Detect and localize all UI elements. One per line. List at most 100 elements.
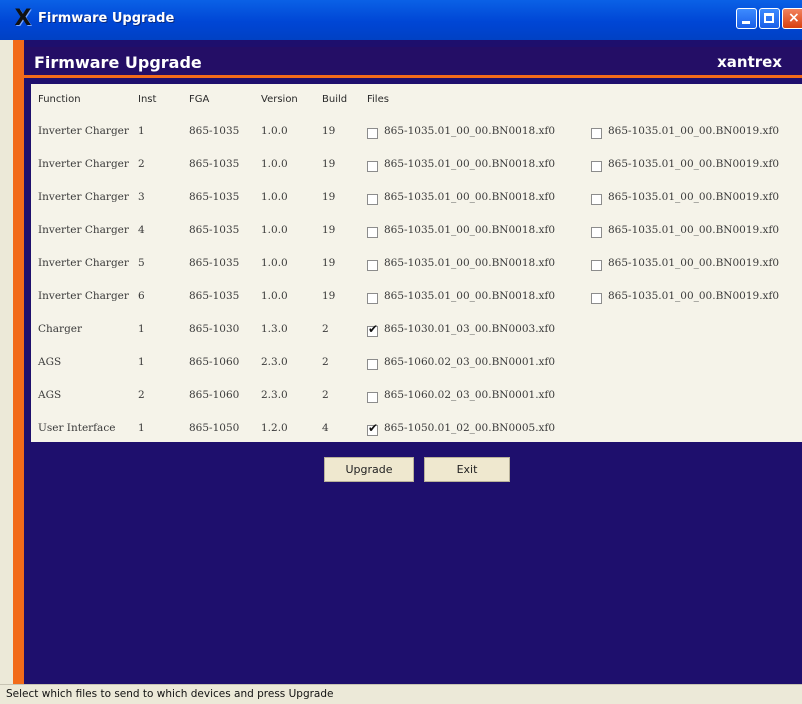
table-row: Inverter Charger 4 865-1035 1.0.0 19 865-1035… — [31, 224, 802, 242]
cell-build: 19 — [322, 224, 336, 236]
file-label[interactable]: 865-1035.01_00_00.BN0019.xf0 — [608, 257, 779, 269]
file-label[interactable]: 865-1035.01_00_00.BN0019.xf0 — [608, 125, 779, 137]
cell-version: 1.0.0 — [261, 224, 288, 236]
file-label[interactable]: 865-1035.01_00_00.BN0018.xf0 — [384, 125, 555, 137]
table-row: User Interface 1 865-1050 1.2.0 4 ✔ 865-1050.0… — [31, 421, 802, 440]
upgrade-button[interactable]: Upgrade — [324, 457, 414, 482]
file-checkbox[interactable]: ✔ — [367, 322, 378, 337]
status-bar: Select which files to send to which devi… — [0, 684, 802, 704]
app-header: Firmware Upgrade xantrex — [24, 47, 802, 78]
cell-version: 1.0.0 — [261, 290, 288, 302]
maximize-button[interactable] — [759, 8, 780, 29]
cell-fga: 865-1060 — [189, 389, 240, 401]
app-logo-icon: X — [14, 6, 32, 31]
file-checkbox[interactable] — [367, 128, 378, 139]
file-checkbox[interactable] — [591, 260, 602, 271]
firmware-table: Function Inst FGA Version Build Files Inverter… — [31, 84, 802, 442]
cell-inst: 1 — [138, 422, 145, 434]
cell-inst: 6 — [138, 290, 145, 302]
minimize-icon — [742, 21, 750, 24]
cell-function: Charger — [38, 323, 83, 335]
file-label[interactable]: 865-1035.01_00_00.BN0019.xf0 — [608, 224, 779, 236]
checkmark-icon: ✔ — [368, 322, 379, 336]
firmware-upgrade-window: X Firmware Upgrade × Firmware Upgrade xa… — [0, 0, 802, 704]
cell-fga: 865-1035 — [189, 257, 240, 269]
cell-function: Inverter Charger — [38, 158, 129, 170]
file-checkbox[interactable] — [367, 260, 378, 271]
file-label[interactable]: 865-1035.01_00_00.BN0019.xf0 — [608, 158, 779, 170]
table-row: AGS 2 865-1060 2.3.0 2 865-1060.02_03_00.BN00… — [31, 389, 802, 407]
file-checkbox[interactable] — [591, 293, 602, 304]
file-checkbox[interactable] — [367, 227, 378, 238]
file-checkbox[interactable] — [591, 227, 602, 238]
minimize-button[interactable] — [736, 8, 757, 29]
table-row: Inverter Charger 2 865-1035 1.0.0 19 865-1035… — [31, 158, 802, 176]
cell-version: 1.0.0 — [261, 191, 288, 203]
cell-fga: 865-1035 — [189, 158, 240, 170]
cell-inst: 4 — [138, 224, 145, 236]
file-label[interactable]: 865-1035.01_00_00.BN0019.xf0 — [608, 191, 779, 203]
cell-function: Inverter Charger — [38, 191, 129, 203]
cell-inst: 1 — [138, 323, 145, 335]
file-label[interactable]: 865-1060.02_03_00.BN0001.xf0 — [384, 356, 555, 368]
file-label[interactable]: 865-1035.01_00_00.BN0018.xf0 — [384, 290, 555, 302]
title-bar[interactable]: X Firmware Upgrade × — [0, 0, 802, 40]
cell-version: 2.3.0 — [261, 389, 288, 401]
close-button[interactable]: × — [782, 8, 802, 29]
file-label[interactable]: 865-1035.01_00_00.BN0018.xf0 — [384, 224, 555, 236]
cell-function: Inverter Charger — [38, 290, 129, 302]
file-checkbox[interactable] — [367, 194, 378, 205]
table-row: Inverter Charger 5 865-1035 1.0.0 19 865-1035… — [31, 257, 802, 275]
checkmark-icon: ✔ — [368, 421, 379, 435]
file-checkbox[interactable] — [591, 128, 602, 139]
file-checkbox[interactable] — [591, 194, 602, 205]
cell-inst: 1 — [138, 356, 145, 368]
exit-button[interactable]: Exit — [424, 457, 510, 482]
cell-function: Inverter Charger — [38, 224, 129, 236]
table-row: Inverter Charger 6 865-1035 1.0.0 19 865-1035… — [31, 290, 802, 308]
file-checkbox[interactable] — [367, 161, 378, 172]
cell-inst: 3 — [138, 191, 145, 203]
cell-inst: 2 — [138, 389, 145, 401]
cell-inst: 2 — [138, 158, 145, 170]
file-label[interactable]: 865-1035.01_00_00.BN0018.xf0 — [384, 191, 555, 203]
file-checkbox[interactable] — [367, 359, 378, 370]
file-label[interactable]: 865-1060.02_03_00.BN0001.xf0 — [384, 389, 555, 401]
column-header-fga: FGA — [189, 94, 210, 105]
cell-build: 19 — [322, 290, 336, 302]
cell-build: 19 — [322, 158, 336, 170]
brand-logo: xantrex — [717, 53, 782, 71]
cell-fga: 865-1030 — [189, 323, 240, 335]
cell-fga: 865-1035 — [189, 290, 240, 302]
table-row: AGS 1 865-1060 2.3.0 2 865-1060.02_03_00.BN00… — [31, 356, 802, 374]
cell-fga: 865-1035 — [189, 191, 240, 203]
file-checkbox[interactable]: ✔ — [367, 421, 378, 436]
cell-function: User Interface — [38, 422, 116, 434]
maximize-icon — [764, 13, 774, 23]
close-icon: × — [788, 10, 800, 26]
cell-build: 19 — [322, 257, 336, 269]
cell-version: 2.3.0 — [261, 356, 288, 368]
cell-build: 2 — [322, 356, 329, 368]
cell-version: 1.0.0 — [261, 158, 288, 170]
file-label[interactable]: 865-1030.01_03_00.BN0003.xf0 — [384, 323, 555, 335]
column-header-version: Version — [261, 94, 298, 105]
file-label[interactable]: 865-1050.01_02_00.BN0005.xf0 — [384, 422, 555, 434]
file-label[interactable]: 865-1035.01_00_00.BN0019.xf0 — [608, 290, 779, 302]
table-row: Charger 1 865-1030 1.3.0 2 ✔ 865-1030.01_03_00… — [31, 322, 802, 341]
column-header-function: Function — [38, 94, 81, 105]
cell-function: Inverter Charger — [38, 125, 129, 137]
cell-build: 2 — [322, 323, 329, 335]
cell-build: 4 — [322, 422, 329, 434]
file-label[interactable]: 865-1035.01_00_00.BN0018.xf0 — [384, 257, 555, 269]
cell-version: 1.0.0 — [261, 125, 288, 137]
page-title: Firmware Upgrade — [34, 53, 202, 72]
status-text: Select which files to send to which devi… — [6, 688, 334, 700]
file-checkbox[interactable] — [367, 293, 378, 304]
file-label[interactable]: 865-1035.01_00_00.BN0018.xf0 — [384, 158, 555, 170]
cell-build: 19 — [322, 191, 336, 203]
cell-function: Inverter Charger — [38, 257, 129, 269]
file-checkbox[interactable] — [367, 392, 378, 403]
cell-version: 1.3.0 — [261, 323, 288, 335]
file-checkbox[interactable] — [591, 161, 602, 172]
